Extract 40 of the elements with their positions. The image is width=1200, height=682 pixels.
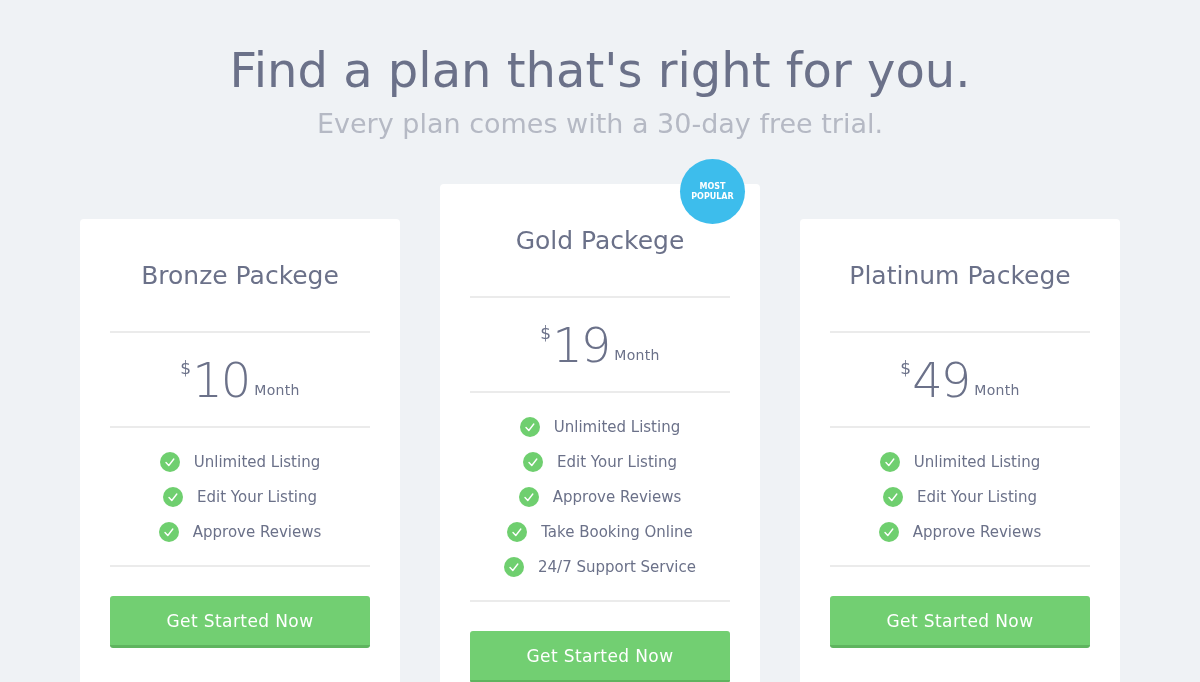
get-started-button[interactable]: Get Started Now <box>470 631 730 682</box>
check-icon <box>507 521 528 542</box>
check-icon <box>518 486 539 507</box>
plan-name: Bronze Packege <box>141 260 339 290</box>
check-icon <box>879 451 900 472</box>
check-icon <box>519 416 540 437</box>
page-heading: Find a plan that's right for you. <box>228 41 972 100</box>
popular-badge: MOST POPULAR <box>680 159 745 224</box>
feature-text: Edit Your Listing <box>557 452 677 471</box>
feature-text: Unlimited Listing <box>553 417 681 436</box>
plan-name: Gold Packege <box>515 225 685 255</box>
plan-price: 49 <box>912 353 970 406</box>
check-icon <box>163 486 183 507</box>
feature-text: Unlimited Listing <box>913 452 1041 471</box>
feature-text: Approve Reviews <box>552 487 682 506</box>
check-icon <box>158 521 179 542</box>
feature-text: 24/7 Support Service <box>538 557 696 576</box>
currency-symbol: $ <box>540 322 552 343</box>
feature-text: Edit Your Listing <box>917 487 1037 506</box>
page-subheading: Every plan comes with a 30-day free trial. <box>315 107 885 141</box>
check-icon <box>878 521 899 542</box>
feature-text: Approve Reviews <box>912 522 1042 541</box>
price-period: Month <box>974 381 1020 398</box>
check-icon <box>504 556 524 577</box>
currency-symbol: $ <box>180 357 192 378</box>
price-period: Month <box>614 346 660 363</box>
check-icon <box>159 451 180 472</box>
plan-name: Platinum Packege <box>849 260 1071 290</box>
feature-text: Approve Reviews <box>192 522 322 541</box>
feature-text: Unlimited Listing <box>193 452 321 471</box>
currency-symbol: $ <box>900 357 912 378</box>
feature-text: Edit Your Listing <box>197 487 317 506</box>
feature-text: Take Booking Online <box>541 522 693 541</box>
get-started-button[interactable]: Get Started Now <box>110 596 370 648</box>
check-icon <box>883 486 903 507</box>
plan-price: 10 <box>192 353 250 406</box>
price-period: Month <box>254 381 300 398</box>
plan-price: 19 <box>552 318 610 371</box>
get-started-button[interactable]: Get Started Now <box>830 596 1090 648</box>
check-icon <box>523 451 543 472</box>
